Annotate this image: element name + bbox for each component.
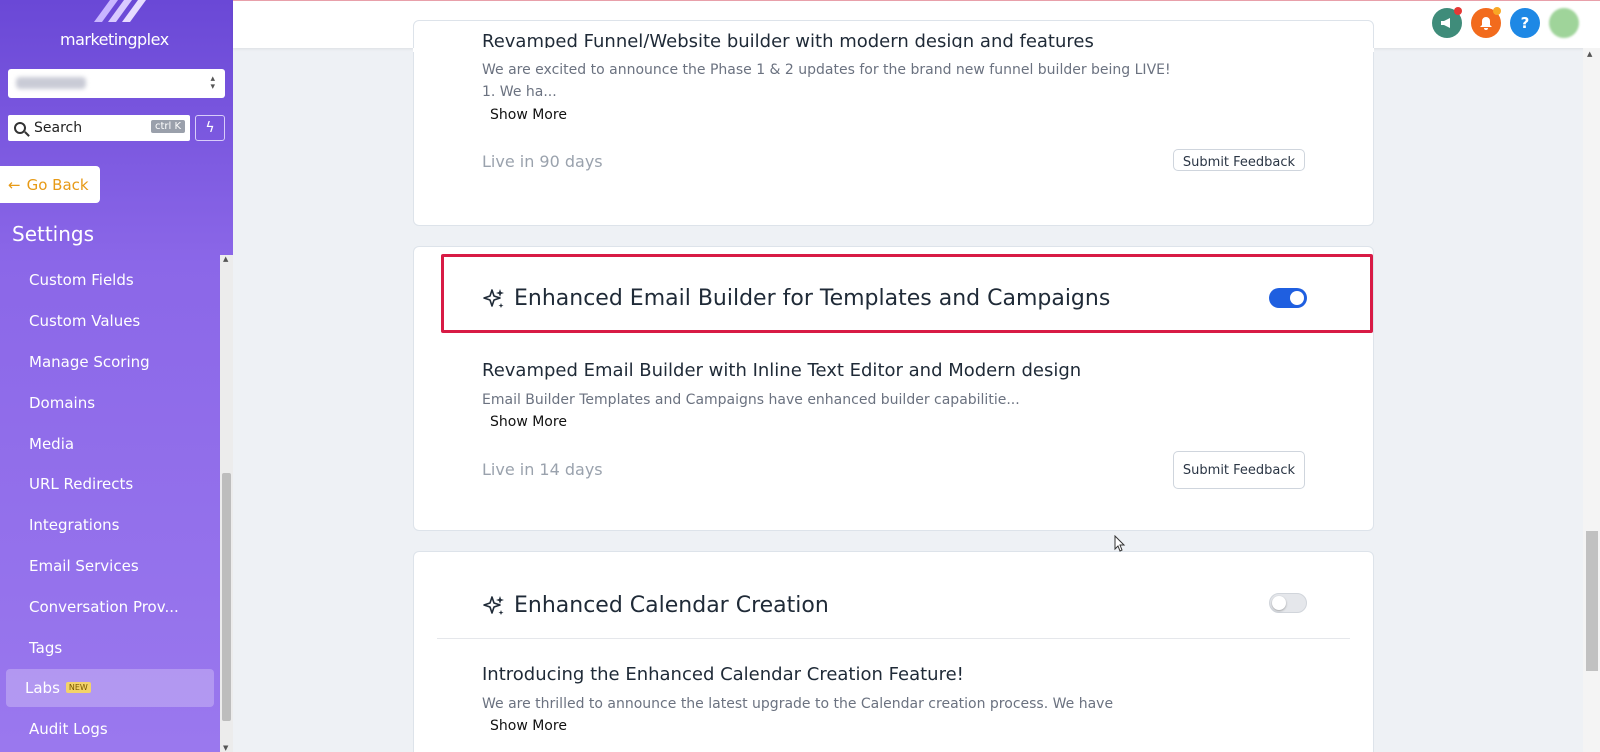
mouse-cursor-icon	[1114, 535, 1126, 552]
sidebar-item-email-services[interactable]: Email Services	[0, 546, 220, 587]
topbar-overlap	[413, 48, 1374, 52]
feature-toggle[interactable]	[1269, 593, 1307, 613]
search-label: Search	[34, 120, 83, 136]
feature-title: Enhanced Calendar Creation	[514, 593, 829, 618]
help-button[interactable]: ?	[1510, 8, 1540, 38]
sidebar-scrollbar[interactable]: ▲ ▼	[220, 255, 233, 752]
search-shortcut-badge: ctrl K	[150, 120, 185, 133]
show-more-link[interactable]: Show More	[490, 414, 567, 430]
notifications-button[interactable]	[1471, 7, 1501, 38]
sidebar-item-media[interactable]: Media	[0, 423, 220, 464]
submit-feedback-button[interactable]: Submit Feedback	[1173, 149, 1305, 171]
card-header: Enhanced Calendar Creation	[482, 593, 829, 618]
settings-nav: Custom Fields Custom Values Manage Scori…	[0, 260, 220, 750]
card-description: We are excited to announce the Phase 1 &…	[482, 62, 1171, 100]
new-badge: NEW	[65, 682, 91, 694]
scroll-up-icon: ▲	[1587, 50, 1593, 58]
megaphone-icon	[1441, 18, 1450, 28]
settings-title: Settings	[12, 222, 95, 246]
card-subtitle: Revamped Email Builder with Inline Text …	[482, 360, 1082, 381]
live-status: Live in 90 days	[482, 152, 603, 171]
scroll-up-icon: ▲	[223, 255, 229, 263]
account-name-blurred	[16, 77, 86, 89]
arrow-left-icon: ←	[8, 175, 21, 194]
sidebar-item-labs[interactable]: Labs NEW	[6, 668, 214, 707]
card-subtitle: Introducing the Enhanced Calendar Creati…	[482, 664, 964, 685]
bell-icon	[1480, 16, 1492, 30]
show-more-link[interactable]: Show More	[490, 718, 567, 734]
sidebar-item-audit-logs[interactable]: Audit Logs	[0, 709, 220, 750]
main-scroll-thumb[interactable]	[1586, 531, 1598, 671]
help-icon: ?	[1520, 14, 1530, 32]
feature-card-calendar-creation: Enhanced Calendar Creation Introducing t…	[413, 551, 1374, 752]
account-switcher[interactable]: ▴ ▾	[8, 69, 225, 98]
submit-feedback-button[interactable]: Submit Feedback	[1173, 451, 1305, 489]
sidebar-item-integrations[interactable]: Integrations	[0, 505, 220, 546]
bolt-icon: ϟ	[205, 120, 215, 136]
scroll-down-icon: ▼	[223, 744, 229, 752]
sidebar: marketingplex ▴ ▾ Search ctrl K ϟ ← Go Ba…	[0, 0, 233, 752]
sidebar-item-conversation-providers[interactable]: Conversation Prov...	[0, 586, 220, 627]
sidebar-item-manage-scoring[interactable]: Manage Scoring	[0, 342, 220, 383]
notification-dot	[1493, 7, 1501, 15]
sidebar-item-tags[interactable]: Tags	[0, 627, 220, 668]
go-back-label: Go Back	[26, 175, 89, 194]
show-more-link[interactable]: Show More	[490, 107, 567, 123]
sidebar-item-domains[interactable]: Domains	[0, 382, 220, 423]
logo-mark-icon	[94, 0, 146, 22]
go-back-button[interactable]: ← Go Back	[0, 166, 100, 203]
highlight-box	[441, 254, 1373, 333]
sparkle-icon	[483, 595, 504, 615]
live-status: Live in 14 days	[482, 460, 603, 479]
announcements-button[interactable]	[1432, 7, 1462, 38]
card-description: Email Builder Templates and Campaigns ha…	[482, 392, 1020, 408]
sidebar-item-custom-values[interactable]: Custom Values	[0, 301, 220, 342]
sidebar-item-custom-fields[interactable]: Custom Fields	[0, 260, 220, 301]
logo: marketingplex	[60, 30, 169, 49]
card-divider	[437, 638, 1350, 639]
search-input[interactable]: Search ctrl K	[8, 115, 190, 141]
quick-actions-button[interactable]: ϟ	[195, 115, 225, 141]
avatar[interactable]	[1549, 8, 1579, 38]
notification-dot	[1454, 7, 1462, 15]
toggle-knob	[1272, 596, 1286, 610]
sidebar-item-url-redirects[interactable]: URL Redirects	[0, 464, 220, 505]
chevron-updown-icon: ▴ ▾	[210, 74, 215, 92]
search-icon	[14, 122, 26, 134]
card-description: We are thrilled to announce the latest u…	[482, 696, 1114, 712]
main-scrollbar[interactable]: ▲	[1583, 48, 1600, 752]
sidebar-scroll-thumb[interactable]	[222, 473, 231, 721]
